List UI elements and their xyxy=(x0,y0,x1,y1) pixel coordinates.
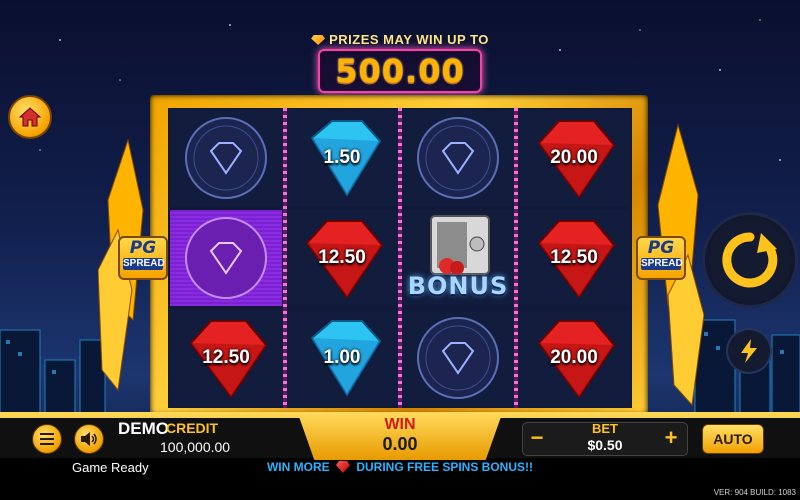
auto-spin-button[interactable]: AUTO xyxy=(702,424,764,454)
red-gem-icon xyxy=(335,461,350,473)
reel-3-row-3 xyxy=(402,310,514,406)
pg-logo: PG xyxy=(647,238,675,258)
reel-3-row-2: BONUS xyxy=(402,210,514,306)
symbol-value: 1.50 xyxy=(323,147,361,168)
bonus-label: BONUS xyxy=(407,272,509,300)
reel-1-row-1 xyxy=(170,110,282,206)
spread-label: SPREAD xyxy=(641,258,683,270)
status-text: Game Ready xyxy=(72,460,149,475)
prize-label: PRIZES MAY WIN UP TO xyxy=(329,32,489,47)
symbol-value: 20.00 xyxy=(550,147,598,168)
spread-badge-right: PG SPREAD xyxy=(636,236,686,280)
reel-separator xyxy=(514,108,518,408)
symbol-value: 12.50 xyxy=(318,247,366,268)
spin-icon xyxy=(722,232,778,288)
reel-separator xyxy=(398,108,402,408)
promo-text-start: WIN MORE xyxy=(266,460,330,474)
spin-button[interactable] xyxy=(705,215,795,305)
symbol-value: 20.00 xyxy=(550,347,598,368)
sound-button[interactable] xyxy=(74,424,104,454)
win-label: WIN xyxy=(384,416,416,433)
credit-value: 100,000.00 xyxy=(160,439,231,455)
prize-header: PRIZES MAY WIN UP TO 500.00 xyxy=(300,30,500,100)
home-icon xyxy=(18,107,42,127)
win-value: 0.00 xyxy=(382,434,418,454)
prize-value: 500.00 xyxy=(335,52,465,90)
diamond-medallion-icon xyxy=(417,117,499,199)
sound-icon xyxy=(81,432,97,446)
reel-2-row-3: 1.00 xyxy=(286,310,398,406)
reel-4-row-1: 20.00 xyxy=(518,110,630,206)
reel-3-row-1 xyxy=(402,110,514,206)
diamond-medallion-icon xyxy=(417,317,499,399)
reel-2-row-2: 12.50 xyxy=(286,210,398,306)
diamond-medallion-icon xyxy=(185,217,267,299)
demo-label: DEMO xyxy=(118,419,169,438)
reel-1-row-2 xyxy=(170,210,282,306)
reel-4-row-2: 12.50 xyxy=(518,210,630,306)
reel-separator xyxy=(283,108,287,408)
bet-value: $0.50 xyxy=(587,437,623,453)
bet-decrease-button[interactable]: − xyxy=(526,426,548,450)
symbol-value: 12.50 xyxy=(202,347,250,368)
prize-box: 500.00 xyxy=(318,49,482,93)
menu-icon xyxy=(40,433,54,445)
turbo-button[interactable] xyxy=(728,330,770,372)
bet-label: BET xyxy=(592,421,618,436)
bet-increase-button[interactable]: + xyxy=(660,426,682,450)
diamond-medallion-icon xyxy=(185,117,267,199)
symbol-value: 12.50 xyxy=(550,247,598,268)
turbo-icon xyxy=(741,339,757,363)
credit-label: CREDIT xyxy=(166,420,219,436)
reel-1-row-3: 12.50 xyxy=(170,310,282,406)
symbol-value: 1.00 xyxy=(323,347,361,368)
spread-badge-left: PG SPREAD xyxy=(118,236,168,280)
promo-text-end: DURING FREE SPINS BONUS!! xyxy=(356,460,534,474)
reel-2-row-1: 1.50 xyxy=(286,110,398,206)
gold-gem-icon xyxy=(311,35,326,45)
pg-logo: PG xyxy=(129,238,157,258)
version-text: VER: 904 BUILD: 1083 xyxy=(713,488,796,497)
promo-banner: WIN MORE DURING FREE SPINS BONUS!! xyxy=(250,460,550,474)
reel-4-row-3: 20.00 xyxy=(518,310,630,406)
menu-button[interactable] xyxy=(32,424,62,454)
spread-label: SPREAD xyxy=(123,258,165,270)
home-button[interactable] xyxy=(8,95,52,139)
